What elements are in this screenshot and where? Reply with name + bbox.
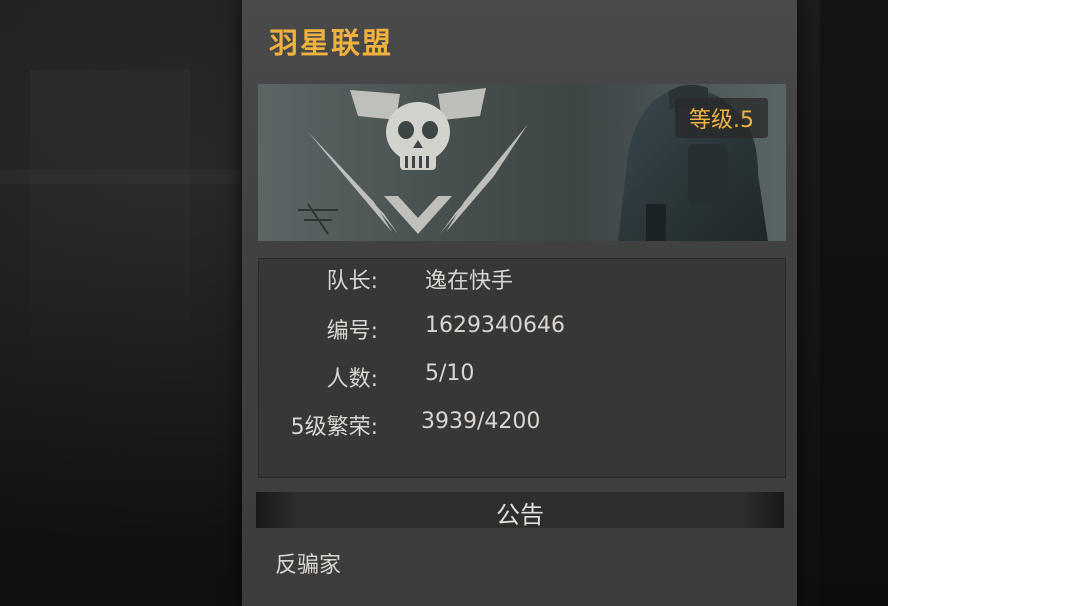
notice-text: 反骗家 bbox=[275, 553, 342, 578]
info-row-id: 编号: 1629340646 bbox=[258, 313, 786, 344]
captain-label: 队长: bbox=[326, 269, 378, 294]
background-shadow bbox=[820, 0, 888, 606]
members-value: 5/10 bbox=[425, 361, 475, 386]
notice-header-bar: 公告 bbox=[256, 492, 784, 529]
guild-info-panel: 羽星联盟 等级.5 队长: 逸在快手 编号: 1629340646 人数: 5/… bbox=[242, 0, 797, 606]
id-value: 1629340646 bbox=[425, 313, 565, 338]
guild-info-box: 队长: 逸在快手 编号: 1629340646 人数: 5/10 5级繁荣: 3… bbox=[258, 258, 786, 478]
background-silhouette bbox=[30, 70, 190, 370]
guild-level-badge: 等级.5 bbox=[675, 98, 768, 138]
info-row-prosperity: 5级繁荣: 3939/4200 bbox=[258, 409, 786, 440]
captain-value: 逸在快手 bbox=[425, 269, 514, 294]
info-row-members: 人数: 5/10 bbox=[258, 361, 786, 392]
skull-emblem-icon bbox=[298, 88, 528, 235]
guild-name: 羽星联盟 bbox=[269, 26, 394, 60]
info-row-captain: 队长: 逸在快手 bbox=[258, 263, 786, 294]
prosperity-label: 5级繁荣: bbox=[290, 415, 378, 440]
prosperity-value: 3939/4200 bbox=[421, 409, 541, 434]
members-label: 人数: bbox=[326, 367, 378, 392]
background-beam bbox=[0, 170, 240, 184]
id-label: 编号: bbox=[326, 319, 378, 344]
notice-header: 公告 bbox=[496, 501, 544, 529]
guild-banner: 等级.5 bbox=[258, 84, 786, 241]
